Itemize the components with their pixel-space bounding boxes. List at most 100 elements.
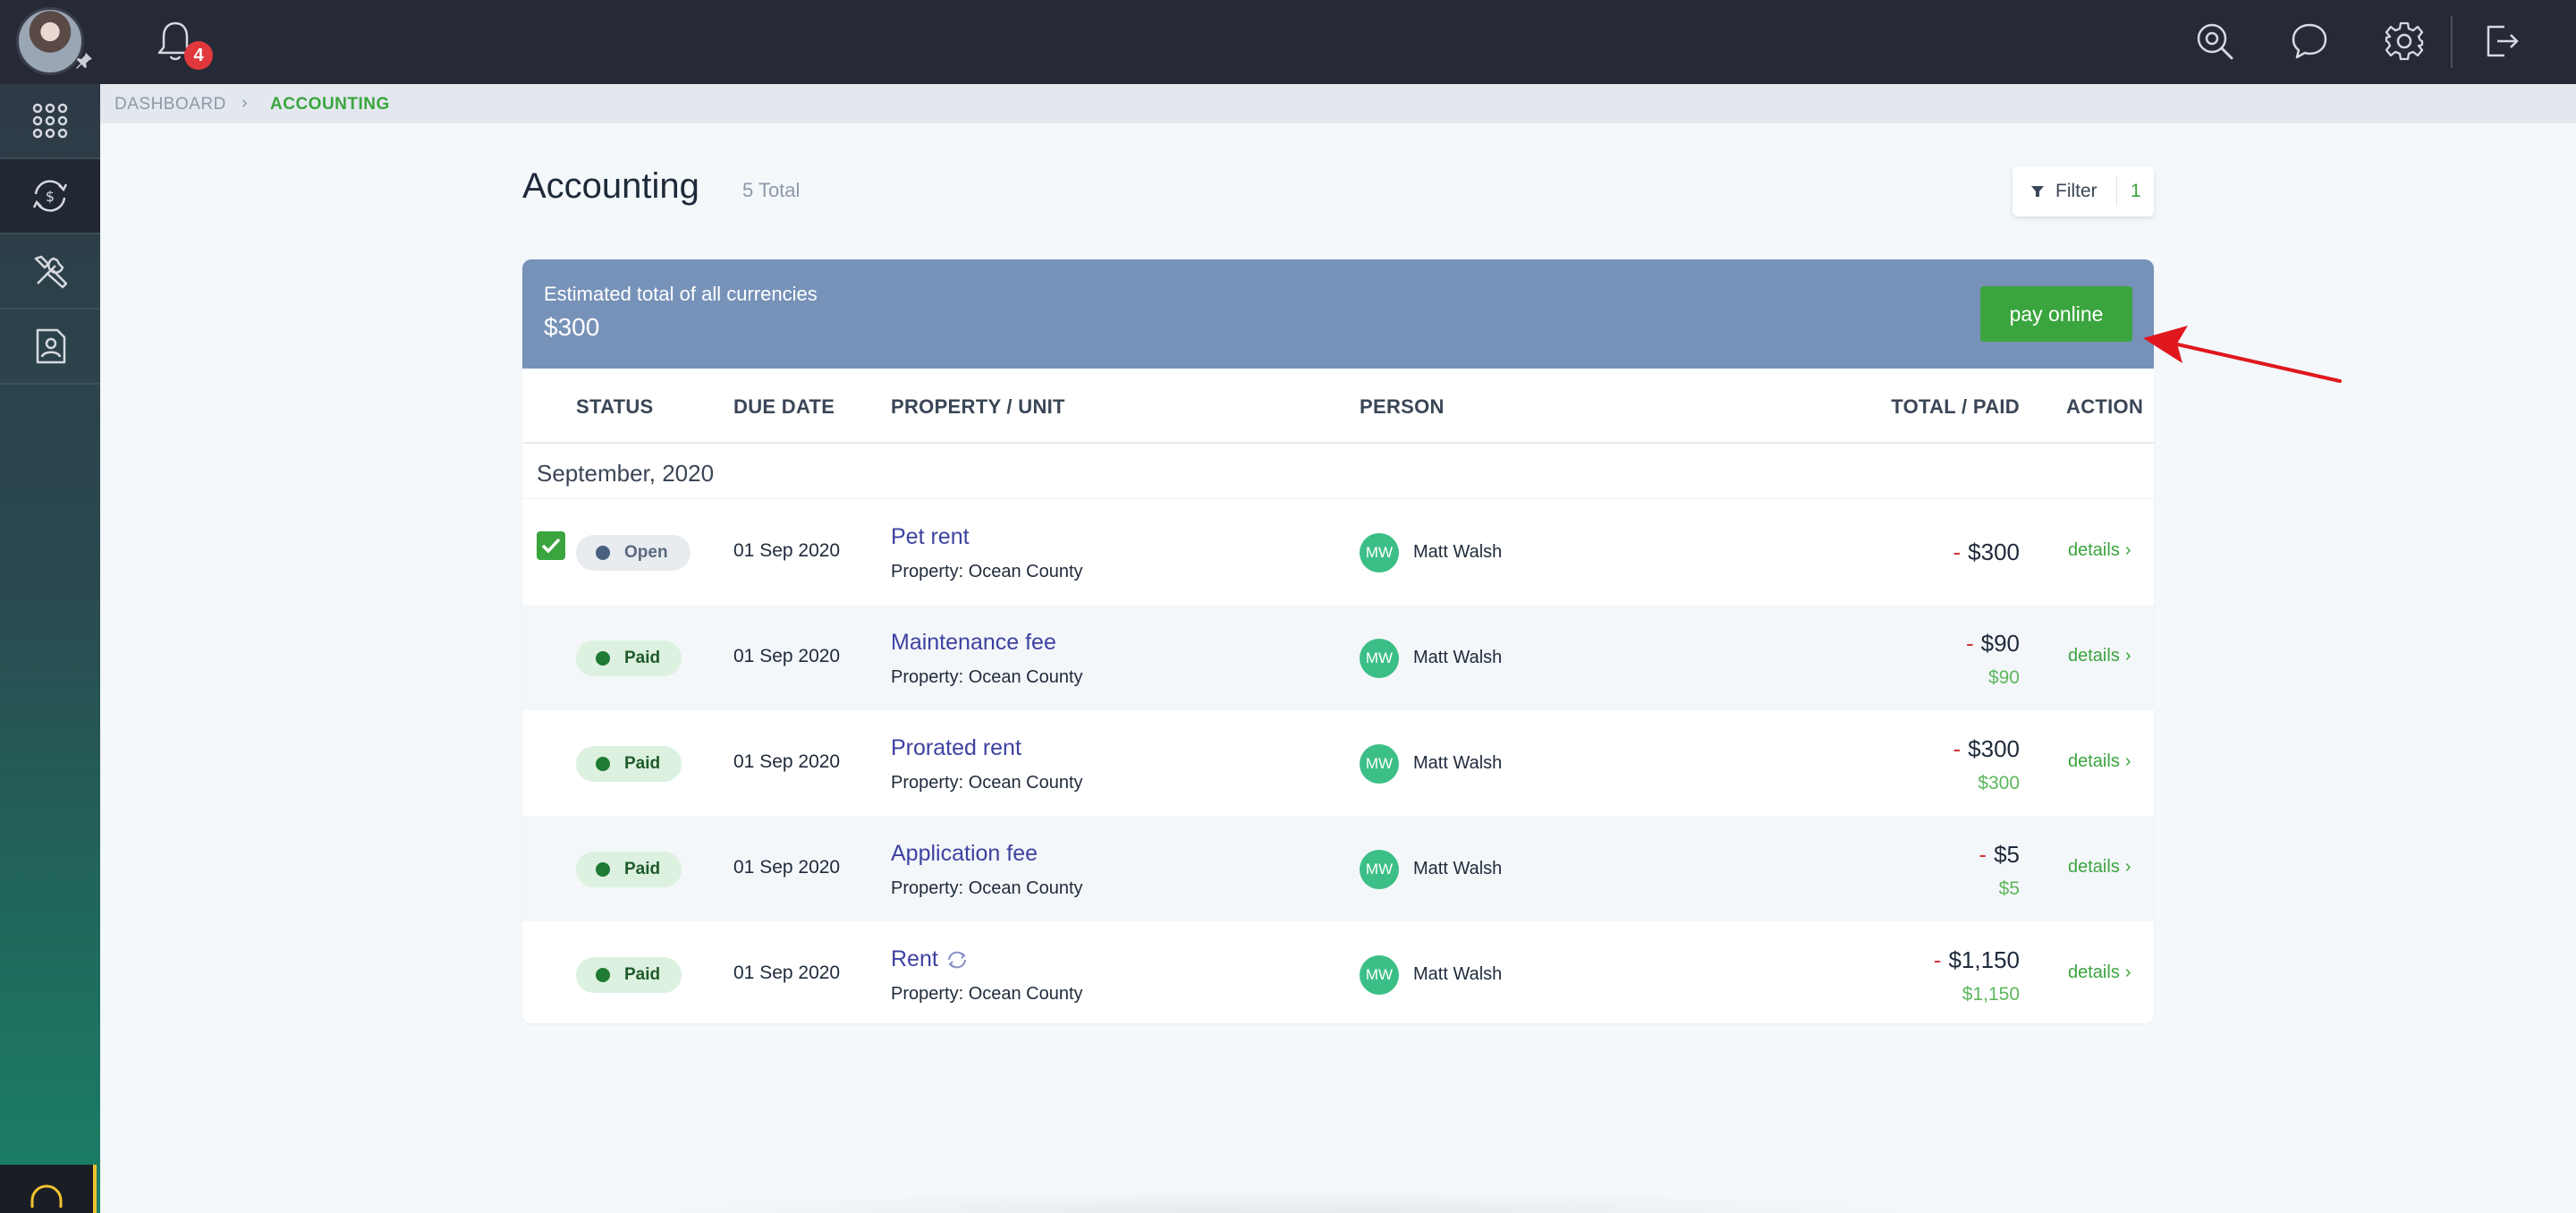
negative-sign: - — [1979, 841, 1987, 868]
pay-online-button[interactable]: pay online — [1980, 286, 2132, 342]
due-date: 01 Sep 2020 — [733, 540, 841, 561]
negative-sign: - — [1953, 539, 1962, 565]
sidebar-item-contacts[interactable] — [0, 310, 100, 383]
top-bar: 4 — [0, 0, 2576, 84]
total-value: $300 — [1968, 539, 2020, 565]
due-date: 01 Sep 2020 — [733, 646, 841, 666]
chevron-right-icon: › — [2124, 857, 2131, 877]
table-row[interactable]: Paid 01 Sep 2020 Prorated rent Property:… — [522, 710, 2154, 816]
person-avatar: MW — [1360, 639, 1399, 678]
person-avatar: MW — [1360, 955, 1399, 995]
total-amount: - $90 — [1966, 630, 2020, 657]
status-text: Paid — [624, 754, 661, 773]
notification-badge: 4 — [184, 41, 213, 70]
filter-button[interactable]: Filter 1 — [2012, 166, 2154, 216]
column-person[interactable]: PERSON — [1360, 395, 1445, 419]
person-name: Matt Walsh — [1413, 753, 1503, 773]
table-row[interactable]: Open 01 Sep 2020 Pet rent Property: Ocea… — [522, 499, 2154, 605]
annotation-arrow-icon — [2143, 326, 2342, 383]
details-link[interactable]: details › — [2068, 540, 2131, 561]
sidebar-item-tools[interactable] — [0, 234, 100, 308]
property-label: Property: Ocean County — [891, 984, 1083, 1004]
status-badge: Paid — [576, 746, 682, 782]
sidebar-item-apps[interactable] — [0, 84, 100, 157]
total-amount: - $300 — [1953, 735, 2020, 763]
details-link[interactable]: details › — [2068, 646, 2131, 666]
filter-icon — [2031, 186, 2044, 197]
column-property-unit[interactable]: PROPERTY / UNIT — [891, 395, 1065, 419]
svg-text:$: $ — [46, 188, 55, 205]
details-link[interactable]: details › — [2068, 857, 2131, 878]
property-label: Property: Ocean County — [891, 878, 1083, 898]
search-icon[interactable] — [2193, 20, 2236, 63]
table-row[interactable]: Paid 01 Sep 2020 Maintenance fee Propert… — [522, 605, 2154, 710]
column-due-date[interactable]: DUE DATE — [733, 395, 835, 419]
column-status[interactable]: STATUS — [576, 395, 654, 419]
recurring-icon — [947, 952, 966, 969]
status-dot — [596, 968, 610, 982]
breadcrumb-separator: › — [242, 93, 249, 113]
gear-icon[interactable] — [2383, 20, 2426, 63]
total-value: $1,150 — [1948, 946, 2020, 973]
month-group-header: September, 2020 — [522, 444, 2154, 499]
status-dot — [596, 757, 610, 771]
checkmark-icon — [541, 538, 561, 554]
property-label: Property: Ocean County — [891, 667, 1083, 687]
support-button[interactable] — [0, 1165, 97, 1213]
person-name: Matt Walsh — [1413, 648, 1503, 667]
status-dot — [596, 546, 610, 560]
column-action: ACTION — [2066, 395, 2144, 418]
total-value: $5 — [1994, 841, 2020, 868]
headset-icon — [30, 1184, 63, 1208]
table-row[interactable]: Paid 01 Sep 2020 Application fee Propert… — [522, 816, 2154, 921]
logout-icon[interactable] — [2479, 20, 2522, 63]
charge-title-link[interactable]: Rent — [891, 946, 969, 972]
status-dot — [596, 651, 610, 666]
details-label: details — [2068, 540, 2120, 560]
charge-title-link[interactable]: Prorated rent — [891, 735, 1021, 761]
details-link[interactable]: details › — [2068, 963, 2131, 983]
breadcrumb-dashboard[interactable]: DASHBOARD — [114, 95, 226, 115]
person-avatar: MW — [1360, 533, 1399, 573]
negative-sign: - — [1965, 630, 1974, 657]
person-name: Matt Walsh — [1413, 542, 1503, 562]
total-amount: - $5 — [1979, 841, 2020, 869]
total-count: 5 Total — [742, 179, 801, 201]
pin-icon[interactable] — [73, 50, 95, 72]
breadcrumb-accounting: ACCOUNTING — [270, 95, 390, 114]
total-amount: - $1,150 — [1934, 946, 2020, 974]
paid-amount: $1,150 — [1962, 984, 2020, 1005]
person-name: Matt Walsh — [1413, 964, 1503, 984]
table-row[interactable]: Paid 01 Sep 2020 Rent Property: Ocean Co… — [522, 921, 2154, 1023]
breadcrumb: DASHBOARD › ACCOUNTING — [100, 84, 2576, 123]
negative-sign: - — [1953, 735, 1962, 762]
summary-label: Estimated total of all currencies — [544, 283, 818, 305]
total-value: $300 — [1968, 735, 2020, 762]
details-label: details — [2068, 646, 2120, 666]
status-dot — [596, 862, 610, 877]
accounting-card: Estimated total of all currencies $300 p… — [522, 259, 2154, 1023]
details-label: details — [2068, 857, 2120, 877]
paid-amount: $90 — [1987, 667, 2020, 688]
filter-separator — [2116, 177, 2117, 206]
status-text: Paid — [624, 860, 661, 878]
topbar-divider — [2451, 16, 2453, 68]
charge-title-link[interactable]: Maintenance fee — [891, 630, 1056, 656]
details-label: details — [2068, 751, 2120, 771]
bottom-panel-shadow — [608, 1190, 1968, 1213]
details-link[interactable]: details › — [2068, 751, 2131, 772]
chevron-right-icon: › — [2124, 540, 2131, 560]
total-value: $90 — [1980, 630, 2020, 657]
person-avatar: MW — [1360, 850, 1399, 889]
chat-icon[interactable] — [2288, 20, 2331, 63]
status-badge: Paid — [576, 640, 682, 676]
charge-title-link[interactable]: Pet rent — [891, 524, 970, 550]
accounting-icon: $ — [32, 180, 68, 212]
row-checkbox[interactable] — [537, 531, 565, 560]
tools-icon — [34, 255, 68, 289]
sidebar-item-accounting[interactable]: $ — [0, 159, 100, 233]
column-total-paid[interactable]: TOTAL / PAID — [1891, 395, 2020, 419]
charge-title-link[interactable]: Application fee — [891, 841, 1038, 867]
chevron-right-icon: › — [2124, 963, 2131, 982]
filter-label: Filter — [2055, 181, 2097, 201]
